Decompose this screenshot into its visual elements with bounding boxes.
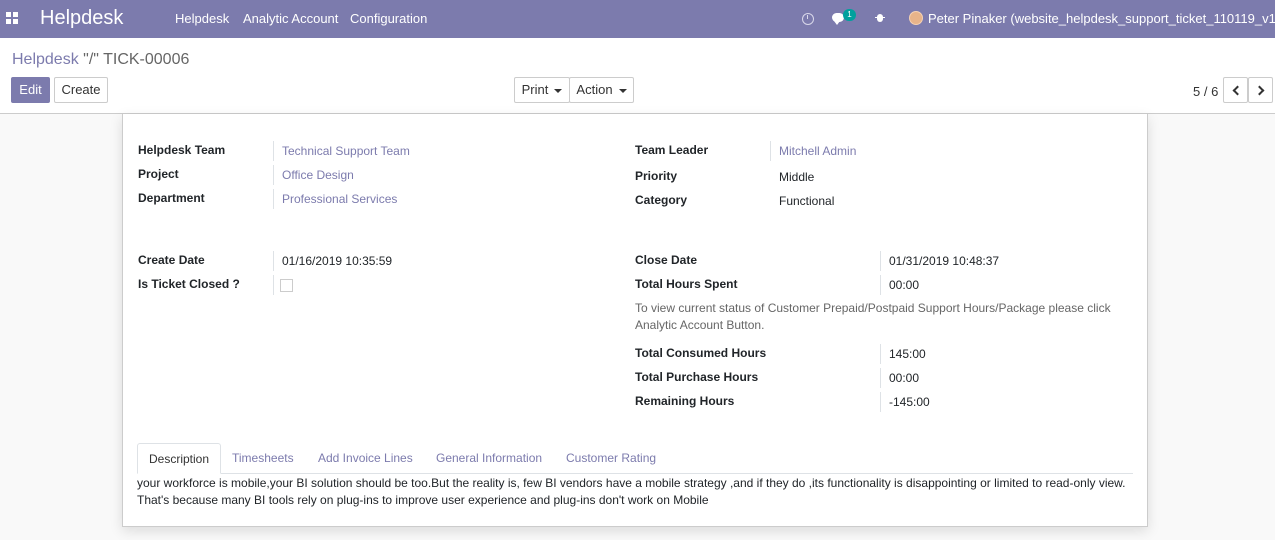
project-field[interactable]: Office Design: [273, 165, 354, 185]
breadcrumb-current: TICK-00006: [103, 51, 190, 68]
menu-item-analytic-account[interactable]: Analytic Account: [243, 11, 338, 26]
top-navbar: Helpdesk Helpdesk Analytic Account Confi…: [0, 0, 1275, 38]
edit-button[interactable]: Edit: [11, 77, 50, 103]
create-button[interactable]: Create: [54, 77, 108, 103]
print-dropdown[interactable]: Print: [514, 77, 570, 103]
notebook-tabs: Description Timesheets Add Invoice Lines…: [137, 443, 1133, 474]
chevron-right-icon: [1254, 85, 1264, 96]
create-date-field[interactable]: 01/16/2019 10:35:59: [273, 251, 392, 271]
tab-timesheets[interactable]: Timesheets: [221, 443, 305, 474]
close-date-field[interactable]: 01/31/2019 10:48:37: [880, 251, 999, 271]
tab-general-information[interactable]: General Information: [425, 443, 553, 474]
app-brand[interactable]: Helpdesk: [40, 7, 123, 30]
action-label: Action: [576, 82, 613, 97]
priority-field[interactable]: Middle: [770, 167, 814, 187]
apps-menu-icon[interactable]: [6, 12, 18, 24]
total-hours-spent-field: 00:00: [880, 275, 919, 295]
chevron-left-icon: [1232, 85, 1242, 96]
priority-label: Priority: [635, 169, 678, 183]
breadcrumb-parent[interactable]: Helpdesk: [12, 51, 79, 68]
category-label: Category: [635, 193, 688, 207]
chevron-down-icon: [554, 88, 563, 93]
pager-previous-button[interactable]: [1223, 77, 1248, 103]
close-date-label: Close Date: [635, 253, 698, 267]
helpdesk-team-field[interactable]: Technical Support Team: [273, 141, 410, 161]
bug-icon[interactable]: [875, 12, 885, 24]
project-label: Project: [138, 167, 179, 181]
total-consumed-hours-label: Total Consumed Hours: [635, 346, 767, 360]
team-leader-label: Team Leader: [635, 143, 709, 157]
description-text[interactable]: your workforce is mobile,your BI solutio…: [137, 475, 1137, 509]
control-panel: Helpdesk "/" TICK-00006 Edit Create Prin…: [0, 38, 1275, 114]
pager-next-button[interactable]: [1248, 77, 1273, 103]
menu-item-configuration[interactable]: Configuration: [350, 11, 427, 26]
department-field[interactable]: Professional Services: [273, 189, 397, 209]
chat-badge: 1: [843, 9, 856, 21]
chevron-down-icon: [618, 88, 627, 93]
remaining-hours-field: -145:00: [880, 392, 930, 412]
breadcrumb: Helpdesk "/" TICK-00006: [12, 51, 189, 69]
total-purchase-hours-field: 00:00: [880, 368, 919, 388]
total-consumed-hours-field: 145:00: [880, 344, 926, 364]
menu-item-helpdesk[interactable]: Helpdesk: [175, 11, 229, 26]
total-hours-spent-label: Total Hours Spent: [635, 277, 738, 291]
form-sheet: Helpdesk Team Technical Support Team Pro…: [122, 114, 1148, 527]
create-date-label: Create Date: [138, 253, 205, 267]
pager-value: 5 / 6: [1193, 84, 1219, 99]
total-purchase-hours-label: Total Purchase Hours: [635, 370, 759, 384]
tab-customer-rating[interactable]: Customer Rating: [555, 443, 667, 474]
clock-icon[interactable]: [802, 13, 814, 25]
remaining-hours-label: Remaining Hours: [635, 394, 735, 408]
user-name-label: Peter Pinaker (website_helpdesk_support_…: [928, 11, 1275, 26]
tab-description[interactable]: Description: [137, 443, 222, 474]
helpdesk-team-label: Helpdesk Team: [138, 143, 226, 157]
user-menu[interactable]: Peter Pinaker (website_helpdesk_support_…: [928, 11, 1275, 26]
team-leader-field[interactable]: Mitchell Admin: [770, 141, 856, 161]
category-field[interactable]: Functional: [770, 191, 834, 211]
tab-add-invoice-lines[interactable]: Add Invoice Lines: [307, 443, 424, 474]
is-ticket-closed-label: Is Ticket Closed ?: [138, 277, 240, 291]
department-label: Department: [138, 191, 205, 205]
action-dropdown[interactable]: Action: [569, 77, 634, 103]
print-label: Print: [521, 82, 549, 97]
breadcrumb-separator: "/": [78, 51, 104, 68]
is-ticket-closed-checkbox[interactable]: [280, 279, 293, 292]
analytic-account-help-text: To view current status of Customer Prepa…: [635, 301, 1111, 332]
avatar[interactable]: [909, 11, 923, 25]
